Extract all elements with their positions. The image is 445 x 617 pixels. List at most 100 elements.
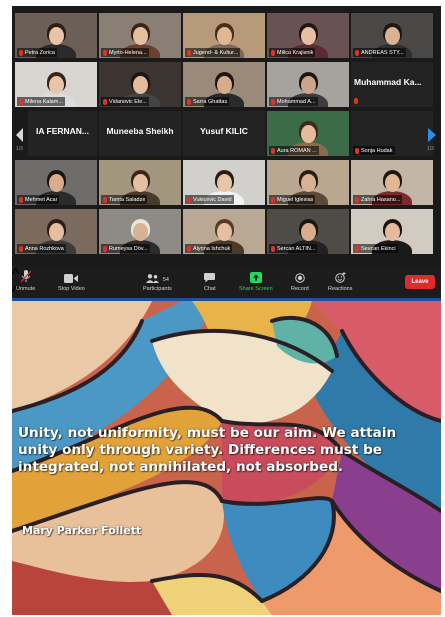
participant-name-tag: Miguel Iglesias: [269, 195, 316, 204]
participant-tile[interactable]: Aura ROMAN ...: [267, 111, 349, 156]
reactions-button[interactable]: Reactions: [328, 269, 352, 292]
participant-face: [133, 222, 148, 241]
participant-tile-no-video[interactable]: IA FERNAN...: [28, 111, 97, 156]
participant-name: Aura ROMAN ...: [277, 147, 317, 154]
muted-microphone-icon: [355, 245, 359, 252]
participant-name-tag: Alyona Ishchuk: [185, 244, 233, 253]
participant-face: [217, 75, 232, 94]
participant-face: [385, 173, 400, 192]
participant-tile[interactable]: Mohammad A...: [267, 62, 349, 107]
emoji-reaction-icon: [334, 272, 346, 283]
record-icon: [295, 273, 305, 283]
participant-name-tag: ANDREAS STY...: [353, 48, 406, 57]
video-camera-icon: [64, 274, 79, 283]
participant-name-tag: Jugend- & Kultur...: [185, 48, 241, 57]
muted-microphone-icon: [271, 49, 275, 56]
participant-face: [217, 173, 232, 192]
quote-text: Unity, not uniformity, must be our aim. …: [18, 425, 397, 475]
participant-name-tag: Sercan ALTIN...: [269, 244, 318, 253]
participant-name-tag: Sonja Hudak: [353, 146, 395, 155]
muted-microphone-icon: [103, 245, 107, 252]
participant-tile[interactable]: Sonja Hudak: [351, 111, 433, 156]
participant-tile[interactable]: Vukicevic David: [183, 160, 265, 205]
participant-tile-no-video[interactable]: Muhammad Ka...: [351, 62, 433, 107]
unmute-label: Unmute: [16, 286, 36, 292]
previous-page-arrow[interactable]: [14, 124, 26, 146]
participant-name: Tamta Saladze: [109, 196, 146, 203]
muted-microphone-icon: [355, 49, 359, 56]
participant-tile-no-video[interactable]: Muneeba Sheikh: [99, 111, 181, 156]
participant-name: Milena Kalam...: [25, 98, 63, 105]
participant-face: [217, 26, 232, 45]
participant-name-tag: Sevcan Ekinci: [353, 244, 398, 253]
participant-face: [133, 26, 148, 45]
participant-tile[interactable]: Sercan ALTIN...: [267, 209, 349, 254]
participant-tile[interactable]: Rumeysa Döv...: [99, 209, 181, 254]
participant-name: Sercan ALTIN...: [277, 245, 316, 252]
page-counter-right: 1/3: [427, 146, 434, 152]
muted-microphone-icon: [19, 49, 23, 56]
participant-name: Rumeysa Döv...: [109, 245, 148, 252]
participant-tile-no-video[interactable]: Yusuf KILIC: [183, 111, 265, 156]
reactions-label: Reactions: [328, 286, 353, 292]
participant-name: Anna Rozhkova: [25, 245, 64, 252]
chat-label: Chat: [204, 286, 216, 292]
participant-name-tag: Myrto-Helena...: [101, 48, 149, 57]
participant-tile[interactable]: Anna Rozhkova: [15, 209, 97, 254]
participant-tile[interactable]: Jugend- & Kultur...: [183, 13, 265, 58]
participant-face: [49, 222, 64, 241]
participant-tile[interactable]: Sarra Ghattas: [183, 62, 265, 107]
participant-count: 54: [162, 277, 169, 283]
leave-button[interactable]: Leave: [405, 275, 435, 289]
participant-tile[interactable]: Zahra Hasano...: [351, 160, 433, 205]
chat-button[interactable]: Chat: [204, 269, 216, 292]
muted-microphone-icon: [19, 245, 23, 252]
participant-tile[interactable]: Milena Kalam...: [15, 62, 97, 107]
chat-bubble-icon: [204, 273, 216, 283]
meeting-toolbar: Unmute ^ Stop Video ^ 54 Participants ^ …: [12, 266, 441, 298]
participant-face: [301, 26, 316, 45]
participant-name: Mohammad A...: [277, 98, 316, 105]
participant-tile[interactable]: Petra Zorica: [15, 13, 97, 58]
participant-tile[interactable]: Milica Krajisnik: [267, 13, 349, 58]
participant-name-tag: Milena Kalam...: [17, 97, 65, 106]
share-screen-icon: [249, 272, 262, 283]
participant-tile[interactable]: Miguel Iglesias: [267, 160, 349, 205]
participant-tile[interactable]: Mehmet Acar: [15, 160, 97, 205]
next-page-arrow[interactable]: [426, 124, 438, 146]
muted-microphone-icon: [355, 196, 359, 203]
participant-face: [217, 222, 232, 241]
participant-tile[interactable]: ANDREAS STY...: [351, 13, 433, 58]
share-screen-button[interactable]: Share Screen: [239, 269, 273, 292]
microphone-muted-icon: [20, 270, 31, 283]
muted-microphone-icon: [187, 49, 191, 56]
participant-name-tag: Vidanovic Ele...: [101, 97, 149, 106]
muted-microphone-icon: [271, 98, 275, 105]
participant-name-tag: Zahra Hasano...: [353, 195, 403, 204]
muted-microphone-icon: [103, 196, 107, 203]
participant-name: Petra Zorica: [25, 49, 55, 56]
participant-name-tag: Tamta Saladze: [101, 195, 148, 204]
participant-face: [301, 173, 316, 192]
participant-tile[interactable]: Alyona Ishchuk: [183, 209, 265, 254]
muted-microphone-icon: [355, 147, 359, 154]
participant-face: [49, 26, 64, 45]
quote-author: Mary Parker Follett: [22, 524, 142, 537]
participant-name-tag: Mohammad A...: [269, 97, 318, 106]
participant-name: Jugend- & Kultur...: [193, 49, 239, 56]
stop-video-button[interactable]: Stop Video: [58, 269, 85, 292]
participants-button[interactable]: 54 Participants: [143, 269, 172, 292]
participant-name: Sevcan Ekinci: [361, 245, 396, 252]
record-button[interactable]: Record: [291, 269, 309, 292]
chevron-left-icon: [16, 128, 23, 142]
participant-tile[interactable]: Myrto-Helena...: [99, 13, 181, 58]
record-label: Record: [291, 286, 309, 292]
participant-tile[interactable]: Sevcan Ekinci: [351, 209, 433, 254]
unmute-button[interactable]: Unmute: [16, 269, 35, 292]
participant-face: [301, 124, 316, 143]
participant-display-name: Yusuf KILIC: [200, 126, 248, 136]
muted-microphone-icon: [187, 245, 191, 252]
muted-microphone-icon: [354, 98, 358, 104]
participant-tile[interactable]: Vidanovic Ele...: [99, 62, 181, 107]
participant-tile[interactable]: Tamta Saladze: [99, 160, 181, 205]
